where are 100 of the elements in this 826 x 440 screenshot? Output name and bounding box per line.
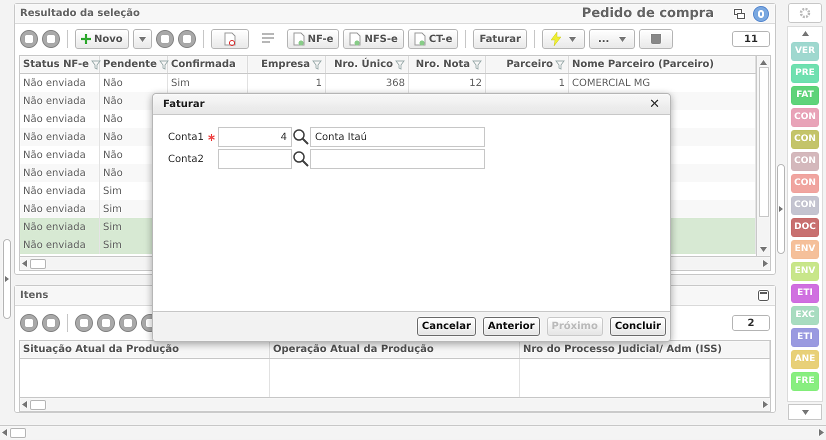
search-icon[interactable] [292, 150, 310, 168]
filter-icon[interactable] [555, 60, 565, 70]
column-header[interactable]: Status NF-e [23, 57, 89, 72]
table-cell-text: 368 [386, 76, 405, 90]
right-arrow-icon[interactable] [763, 401, 768, 408]
dialog-button[interactable]: Concluir [610, 317, 666, 336]
right-arrow-icon[interactable] [819, 429, 824, 436]
down-arrow-icon[interactable] [619, 36, 626, 42]
bag-button[interactable] [639, 29, 674, 49]
vertical-scrollbar[interactable] [756, 56, 770, 256]
list-icon[interactable] [260, 32, 275, 46]
table-cell-text: Não enviada [23, 94, 86, 108]
table-cell-text: Não enviada [23, 148, 86, 162]
right-arrow-icon[interactable] [763, 260, 768, 267]
filter-icon[interactable] [90, 60, 101, 70]
up-arrow-icon[interactable] [802, 30, 808, 36]
up-arrow-icon[interactable] [760, 60, 767, 65]
document-icon [292, 32, 305, 46]
column-header[interactable]: Operação Atual da Produção [273, 342, 434, 357]
page-scrollbar[interactable] [0, 425, 826, 439]
table-cell-text: Sim [103, 184, 122, 198]
gear-icon [799, 7, 811, 19]
action-button[interactable] [542, 29, 585, 49]
table-cell-text: Sim [103, 202, 122, 216]
field-label: Conta2 [168, 152, 204, 166]
table-cell-text: 1 [316, 76, 322, 90]
scrollbar-thumb[interactable] [10, 428, 26, 438]
more-button[interactable]: ... [588, 29, 636, 49]
collapse-handle[interactable] [777, 164, 785, 254]
field-label: Conta1 [168, 130, 204, 144]
down-arrow-icon[interactable] [568, 36, 576, 42]
table-cell-text: Sim [171, 76, 190, 90]
table-cell-text: Não enviada [23, 112, 86, 126]
left-arrow-icon[interactable] [22, 260, 27, 267]
column-header[interactable]: Pendente [103, 57, 157, 72]
document-button[interactable]: NF-e [286, 29, 340, 49]
filter-icon[interactable] [158, 60, 169, 70]
filter-icon[interactable] [312, 60, 322, 70]
table-cell-text: Não enviada [23, 220, 86, 234]
column-header[interactable]: Nome Parceiro (Parceiro) [572, 57, 714, 72]
column-header[interactable]: Nro. Nota [416, 57, 470, 72]
close-button[interactable]: ✕ [649, 98, 660, 110]
left-arrow-icon[interactable] [2, 429, 7, 436]
left-arrow-icon[interactable] [22, 401, 27, 408]
column-header[interactable]: Nro do Processo Judicial/ Adm (ISS) [523, 342, 722, 357]
cancel-document-button[interactable] [210, 29, 249, 49]
collapse-handle[interactable] [3, 239, 11, 319]
panel-title: Itens [20, 289, 48, 303]
code-field[interactable] [218, 149, 292, 169]
document-cancel-icon [224, 32, 236, 46]
table-cell-text: 12 [469, 76, 482, 90]
document-icon [349, 32, 362, 46]
windows-icon[interactable] [734, 8, 745, 18]
table-cell-text: Não [103, 94, 123, 108]
table-cell-text: Sim [103, 238, 122, 252]
settings-button[interactable] [788, 3, 822, 23]
down-arrow-icon[interactable] [760, 247, 767, 252]
dialog-button[interactable]: Anterior [482, 317, 540, 336]
new-button[interactable]: Novo [75, 29, 129, 49]
table-cell-text: Não [103, 112, 123, 126]
panel-title: Resultado da seleção [20, 7, 140, 21]
filter-icon[interactable] [395, 60, 405, 70]
table-cell-text: Não [103, 76, 123, 90]
code-field[interactable]: 4 [218, 127, 292, 147]
down-arrow-icon[interactable] [138, 36, 146, 42]
table-cell-text: 1 [558, 76, 565, 90]
scrollbar-thumb[interactable] [30, 258, 46, 268]
horizontal-scrollbar[interactable] [20, 397, 770, 411]
down-arrow-icon[interactable] [802, 410, 808, 414]
dialog-button[interactable]: Cancelar [416, 317, 476, 336]
filter-icon[interactable] [472, 60, 482, 70]
column-header[interactable]: Nro. Único [334, 57, 393, 72]
table-cell-text: Sim [103, 220, 122, 234]
column-header[interactable]: Parceiro [506, 57, 553, 72]
table-cell-text: COMERCIAL MG [572, 76, 650, 90]
lightning-icon [550, 32, 561, 46]
table-cell-text: Não enviada [23, 76, 86, 90]
record-count: 2 [732, 315, 770, 331]
document-button[interactable]: CT-e [408, 29, 458, 49]
help-icon[interactable] [753, 6, 769, 22]
column-header[interactable]: Empresa [261, 57, 310, 72]
table-cell-text: Não [103, 166, 123, 180]
table-cell-text: Não enviada [23, 184, 86, 198]
maximize-icon[interactable] [758, 290, 769, 301]
table-cell-text: Não enviada [23, 202, 86, 216]
column-header[interactable]: Confirmada [171, 57, 236, 72]
invoice-button[interactable]: Faturar [473, 29, 527, 49]
name-field[interactable] [310, 149, 485, 169]
tag-button[interactable]: DOC [791, 218, 819, 237]
column-header[interactable]: Situação Atual da Produção [23, 342, 179, 357]
table-cell-text: Não enviada [23, 238, 86, 252]
document-icon [414, 32, 426, 46]
plus-icon [81, 34, 91, 44]
search-icon[interactable] [292, 128, 310, 146]
name-field[interactable]: Conta Itaú [310, 127, 485, 147]
screen-title: Pedido de compra [582, 4, 715, 23]
scrollbar-thumb[interactable] [30, 400, 46, 410]
document-button[interactable]: NFS-e [343, 29, 404, 49]
record-count: 11 [732, 31, 770, 47]
dropdown-button[interactable] [132, 29, 152, 49]
